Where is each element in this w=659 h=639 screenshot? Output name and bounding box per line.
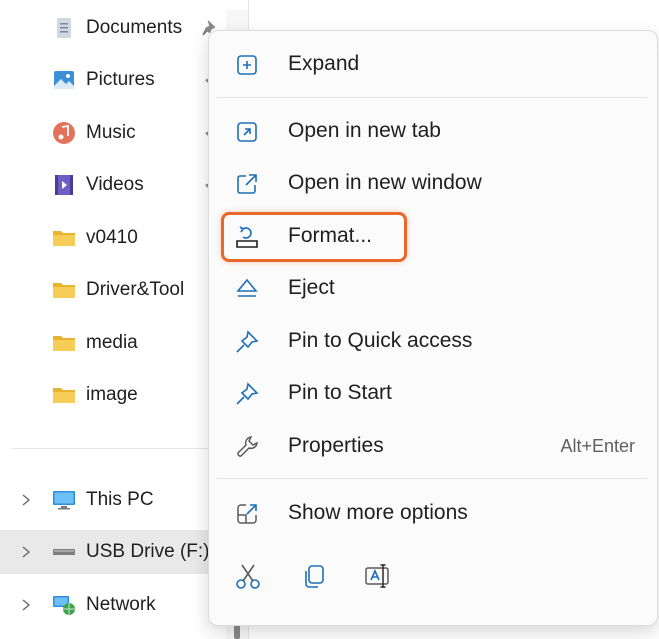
wrench-icon (237, 436, 258, 457)
nav-item-label: USB Drive (F:) (86, 541, 210, 562)
menu-item-label: Pin to Start (288, 381, 392, 404)
nav-item-image[interactable]: image (0, 373, 240, 417)
nav-item-label: media (86, 332, 138, 353)
eject-icon (236, 278, 258, 297)
menu-item-open-new-window[interactable]: Open in new window (217, 161, 647, 205)
rename-icon[interactable] (364, 562, 392, 590)
nav-item-label: This PC (86, 489, 154, 510)
menu-item-properties[interactable]: Properties Alt+Enter (217, 424, 647, 468)
menu-item-pin-quick-access[interactable]: Pin to Quick access (217, 319, 647, 363)
menu-item-show-more-options[interactable]: Show more options (217, 491, 647, 535)
context-menu: Expand Open in new tab Open in new windo… (208, 30, 658, 626)
pin-icon (236, 382, 259, 405)
nav-item-this-pc[interactable]: This PC (0, 478, 240, 522)
menu-item-label: Open in new tab (288, 119, 441, 142)
nav-item-v0410[interactable]: v0410 (0, 216, 240, 260)
nav-item-pictures[interactable]: Pictures (0, 58, 240, 102)
usb-drive-icon (53, 549, 75, 555)
chevron-right-icon[interactable] (18, 543, 34, 561)
menu-separator (217, 478, 647, 479)
chevron-right-icon[interactable] (18, 491, 34, 509)
show-more-icon (237, 504, 257, 524)
new-tab-icon (237, 122, 257, 142)
menu-item-label: Expand (288, 52, 360, 75)
navigation-pane: Documents Pictures Music Videos v0410 Dr… (0, 0, 240, 639)
nav-item-usb-drive[interactable]: USB Drive (F:) (0, 530, 210, 574)
nav-divider (12, 448, 212, 449)
copy-icon[interactable] (300, 562, 328, 590)
nav-item-videos[interactable]: Videos (0, 163, 240, 207)
menu-item-open-new-tab[interactable]: Open in new tab (217, 109, 647, 153)
menu-item-eject[interactable]: Eject (217, 266, 647, 310)
nav-item-media[interactable]: media (0, 321, 240, 365)
nav-item-label: Documents (86, 17, 183, 38)
nav-item-documents[interactable]: Documents (0, 6, 240, 50)
expand-icon (237, 55, 257, 75)
keyboard-shortcut: Alt+Enter (560, 435, 635, 456)
pictures-icon (54, 71, 74, 89)
folder-icon (53, 283, 75, 298)
nav-item-network[interactable]: Network (0, 583, 240, 627)
menu-separator (217, 97, 647, 98)
this-pc-icon (53, 491, 75, 510)
menu-item-label: Show more options (288, 501, 468, 524)
new-window-icon (237, 174, 257, 194)
nav-item-label: Driver&Tool (86, 279, 185, 300)
nav-item-label: Videos (86, 174, 144, 195)
format-highlight-box (221, 212, 407, 262)
folder-icon (53, 336, 75, 351)
music-icon (53, 122, 75, 144)
chevron-right-icon[interactable] (18, 596, 34, 614)
menu-item-label: Eject (288, 276, 335, 299)
menu-item-label: Pin to Quick access (288, 329, 473, 352)
documents-icon (57, 18, 71, 38)
nav-item-label: Music (86, 122, 136, 143)
folder-icon (53, 231, 75, 246)
videos-icon (55, 175, 73, 195)
menu-item-label: Properties (288, 434, 384, 457)
nav-item-driver-tool[interactable]: Driver&Tool (0, 268, 240, 312)
nav-item-label: Network (86, 594, 156, 615)
menu-item-pin-start[interactable]: Pin to Start (217, 371, 647, 415)
menu-item-label: Open in new window (288, 171, 482, 194)
menu-item-expand[interactable]: Expand (217, 42, 647, 86)
cut-icon[interactable] (234, 562, 262, 590)
pin-icon (236, 330, 259, 353)
folder-icon (53, 388, 75, 403)
network-icon (53, 596, 75, 615)
nav-item-label: v0410 (86, 227, 138, 248)
nav-item-music[interactable]: Music (0, 111, 240, 155)
nav-item-label: image (86, 384, 138, 405)
nav-item-label: Pictures (86, 69, 155, 90)
